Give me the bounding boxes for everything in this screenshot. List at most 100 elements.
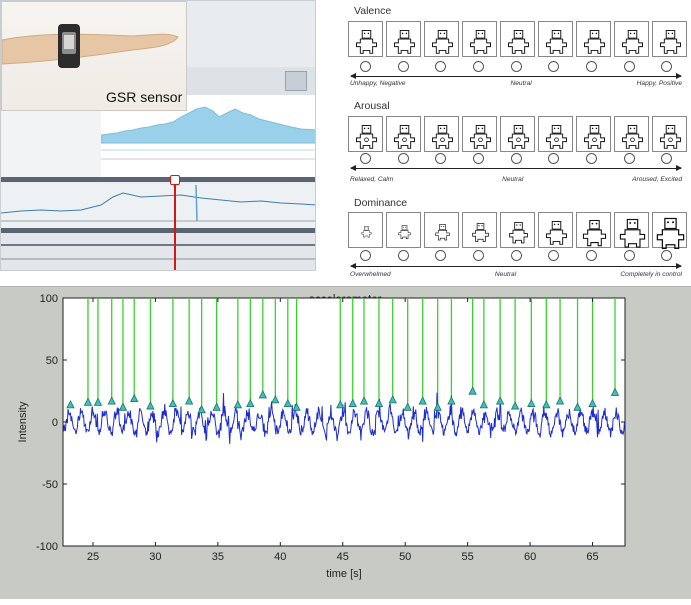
valence-option-9[interactable] [649, 61, 684, 72]
valence-option-8[interactable] [612, 61, 647, 72]
arousal-axis [350, 165, 682, 171]
playback-cursor[interactable] [174, 177, 176, 270]
radio-circle[interactable] [585, 250, 597, 261]
valence-option-2[interactable] [386, 61, 421, 72]
radio-circle[interactable] [472, 61, 484, 72]
arousal-option-1[interactable] [348, 153, 383, 164]
radio-circle[interactable] [510, 250, 522, 261]
radio-circle[interactable] [359, 61, 371, 72]
gsr-sensor-photo: GSR sensor [1, 1, 187, 111]
dominance-option-8[interactable] [612, 250, 647, 261]
dominance-option-2[interactable] [386, 250, 421, 261]
arousal-option-2[interactable] [386, 153, 421, 164]
arousal-figure-4 [462, 116, 497, 152]
manikin-icon [656, 217, 685, 250]
manikin-icon [546, 221, 567, 245]
x-tick-label-55: 55 [462, 551, 474, 563]
arousal-figure-6 [538, 116, 573, 152]
valence-option-7[interactable] [574, 61, 609, 72]
valence-title: Valence [354, 5, 392, 17]
radio-circle[interactable] [548, 250, 560, 261]
playback-cursor-handle[interactable] [170, 175, 180, 185]
dominance-option-1[interactable] [348, 250, 383, 261]
radio-circle[interactable] [472, 250, 484, 261]
radio-circle[interactable] [435, 250, 447, 261]
valence-option-5[interactable] [499, 61, 534, 72]
manikin-icon [356, 30, 377, 54]
dominance-axis [350, 263, 682, 269]
radio-circle[interactable] [359, 250, 371, 261]
dominance-labels: Overwhelmed Neutral Completely in contro… [350, 271, 682, 278]
valence-option-1[interactable] [348, 61, 383, 72]
dominance-option-5[interactable] [499, 250, 534, 261]
dominance-left-label: Overwhelmed [350, 271, 391, 278]
valence-option-3[interactable] [423, 61, 458, 72]
manikin-icon [432, 30, 453, 54]
gsr-divider-1 [1, 177, 315, 182]
radio-circle[interactable] [623, 61, 635, 72]
radio-circle[interactable] [397, 250, 409, 261]
manikin-icon [470, 125, 491, 149]
valence-figure-1 [348, 21, 383, 57]
gsr-software-screenshot: GSR sensor [0, 0, 316, 271]
manikin-icon [509, 222, 528, 244]
arousal-option-6[interactable] [536, 153, 571, 164]
radio-circle[interactable] [623, 153, 635, 164]
radio-circle[interactable] [585, 153, 597, 164]
arousal-option-4[interactable] [461, 153, 496, 164]
valence-option-4[interactable] [461, 61, 496, 72]
dominance-title: Dominance [354, 197, 408, 209]
radio-circle[interactable] [359, 153, 371, 164]
radio-circle[interactable] [472, 153, 484, 164]
y-tick-label-50: 50 [46, 355, 58, 367]
dominance-option-4[interactable] [461, 250, 496, 261]
arousal-radio-row [348, 153, 684, 164]
dominance-option-7[interactable] [574, 250, 609, 261]
dominance-figure-5 [500, 212, 535, 248]
arousal-figure-1 [348, 116, 383, 152]
radio-circle[interactable] [435, 61, 447, 72]
manikin-icon [622, 125, 643, 149]
manikin-icon [435, 224, 450, 241]
arousal-option-7[interactable] [574, 153, 609, 164]
valence-right-label: Happy, Positive [636, 80, 682, 87]
radio-circle[interactable] [510, 61, 522, 72]
dominance-option-9[interactable] [649, 250, 684, 261]
manikin-icon [508, 30, 529, 54]
arousal-option-8[interactable] [612, 153, 647, 164]
dominance-option-3[interactable] [423, 250, 458, 261]
arousal-figure-8 [614, 116, 649, 152]
arousal-middle-label: Neutral [502, 176, 524, 183]
manikin-icon [582, 219, 607, 247]
y-tick-label--100: -100 [36, 541, 58, 553]
arousal-option-3[interactable] [423, 153, 458, 164]
valence-radio-row [348, 61, 684, 72]
arousal-labels: Relaxed, Calm Neutral Aroused, Excited [350, 176, 682, 183]
radio-circle[interactable] [661, 61, 673, 72]
arousal-option-5[interactable] [499, 153, 534, 164]
valence-labels: Unhappy, Negative Neutral Happy, Positiv… [350, 80, 682, 87]
dominance-right-label: Completely in control [620, 271, 682, 278]
radio-circle[interactable] [548, 153, 560, 164]
radio-circle[interactable] [661, 250, 673, 261]
radio-circle[interactable] [548, 61, 560, 72]
radio-circle[interactable] [661, 153, 673, 164]
dominance-figures-row [348, 212, 687, 250]
radio-circle[interactable] [397, 153, 409, 164]
valence-figure-9 [652, 21, 687, 57]
gsr-bottom-trace [1, 244, 315, 260]
dominance-figure-7 [576, 212, 611, 248]
dominance-option-6[interactable] [536, 250, 571, 261]
radio-circle[interactable] [435, 153, 447, 164]
radio-circle[interactable] [623, 250, 635, 261]
toolbar-button[interactable] [285, 71, 307, 91]
radio-circle[interactable] [510, 153, 522, 164]
valence-figure-4 [462, 21, 497, 57]
arousal-option-9[interactable] [649, 153, 684, 164]
radio-circle[interactable] [585, 61, 597, 72]
y-axis-label: Intensity [17, 401, 29, 442]
valence-left-label: Unhappy, Negative [350, 80, 406, 87]
valence-option-6[interactable] [536, 61, 571, 72]
radio-circle[interactable] [397, 61, 409, 72]
arousal-figure-3 [424, 116, 459, 152]
